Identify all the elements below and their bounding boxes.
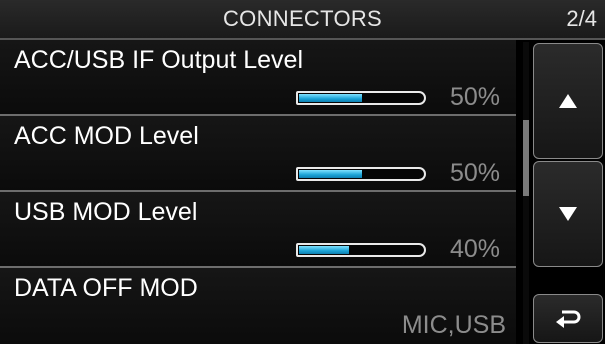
- level-meter-fill: [299, 170, 362, 178]
- item-value: MIC,USB: [401, 311, 506, 339]
- level-meter: [296, 167, 426, 181]
- item-value: 40%: [449, 235, 500, 263]
- settings-list: ACC/USB IF Output Level 50% ACC MOD Leve…: [0, 40, 520, 344]
- screen-title: CONNECTORS: [222, 6, 383, 31]
- item-value: 50%: [449, 159, 500, 187]
- list-item-acc-usb-if-output-level[interactable]: ACC/USB IF Output Level 50%: [0, 40, 516, 116]
- return-button[interactable]: [533, 294, 603, 343]
- scroll-down-button[interactable]: [533, 161, 603, 267]
- item-label: ACC MOD Level: [14, 122, 199, 150]
- level-meter-fill: [299, 246, 350, 254]
- level-meter: [296, 91, 426, 105]
- return-arrow-icon: [556, 310, 581, 328]
- level-meter: [296, 243, 426, 257]
- list-item-acc-mod-level[interactable]: ACC MOD Level 50%: [0, 116, 516, 192]
- triangle-up-icon: [559, 94, 577, 108]
- page-indicator: 2/4: [566, 6, 597, 31]
- item-value: 50%: [449, 83, 500, 111]
- item-label: USB MOD Level: [14, 198, 198, 226]
- scroll-up-button[interactable]: [533, 43, 603, 159]
- triangle-down-icon: [559, 207, 577, 221]
- item-label: ACC/USB IF Output Level: [14, 46, 304, 74]
- item-label: DATA OFF MOD: [14, 274, 198, 302]
- scrollbar-thumb[interactable]: [523, 120, 529, 196]
- level-meter-fill: [299, 94, 362, 102]
- list-item-usb-mod-level[interactable]: USB MOD Level 40%: [0, 192, 516, 268]
- title-bar: CONNECTORS 2/4: [0, 0, 605, 40]
- list-item-data-off-mod[interactable]: DATA OFF MOD MIC,USB: [0, 268, 516, 344]
